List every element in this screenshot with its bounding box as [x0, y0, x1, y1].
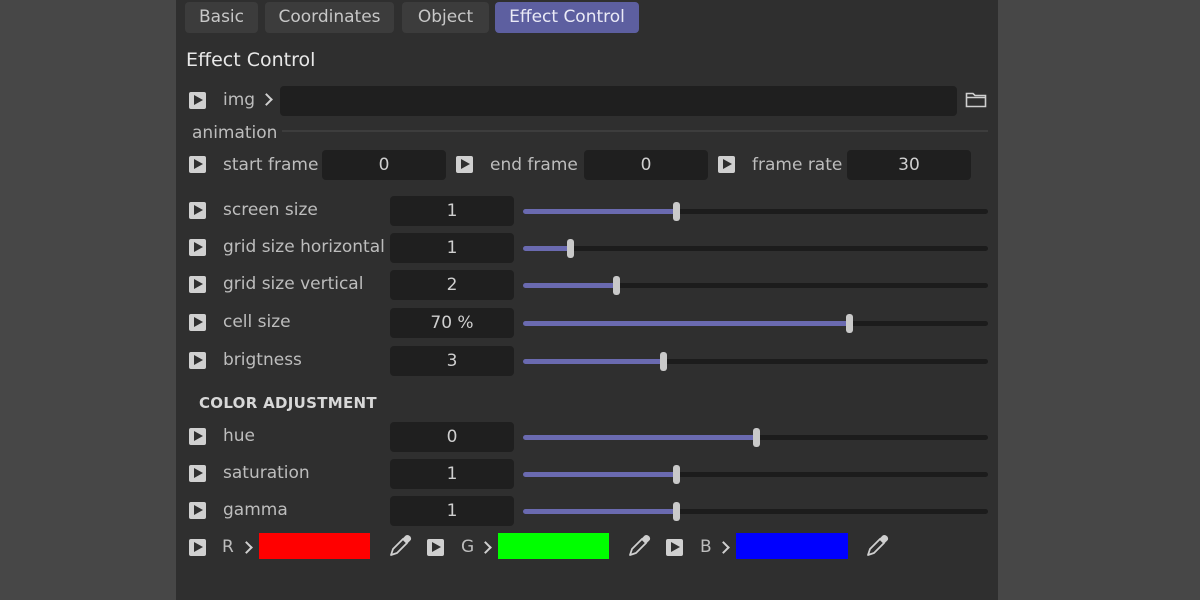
grid-size-vertical-slider-fill — [523, 283, 616, 288]
tab-effect-control[interactable]: Effect Control — [495, 2, 639, 33]
keyframe-end-frame-icon[interactable] — [456, 156, 473, 173]
g-eyedropper-icon[interactable] — [625, 532, 653, 560]
cell-size-label: cell size — [223, 312, 291, 332]
start-frame-field[interactable]: 0 — [322, 150, 446, 180]
grid-size-horizontal-field[interactable]: 1 — [390, 233, 514, 263]
keyframe-saturation-icon[interactable] — [189, 465, 206, 482]
b-color-swatch[interactable] — [736, 533, 848, 559]
brigtness-label: brigtness — [223, 350, 302, 370]
cell-size-slider-handle[interactable] — [845, 314, 853, 333]
grid-size-horizontal-slider-handle[interactable] — [566, 239, 574, 258]
animation-group-label: animation — [192, 123, 278, 143]
gamma-slider[interactable] — [523, 502, 988, 521]
g-chevron-icon[interactable] — [479, 541, 492, 554]
gamma-label: gamma — [223, 500, 288, 520]
keyframe-img-icon[interactable] — [189, 92, 206, 109]
cell-size-field[interactable]: 70 % — [390, 308, 514, 338]
r-label: R — [222, 537, 234, 557]
screen-size-slider[interactable] — [523, 202, 988, 221]
r-color-swatch[interactable] — [259, 533, 370, 559]
tab-object[interactable]: Object — [402, 2, 489, 33]
hue-slider-fill — [523, 435, 756, 440]
screen-size-slider-handle[interactable] — [673, 202, 681, 221]
r-eyedropper-icon[interactable] — [386, 532, 414, 560]
b-label: B — [700, 537, 712, 557]
keyframe-gamma-icon[interactable] — [189, 502, 206, 519]
start-frame-label: start frame — [223, 155, 319, 175]
keyframe-g-icon[interactable] — [427, 539, 444, 556]
keyframe-hue-icon[interactable] — [189, 428, 206, 445]
brigtness-slider-fill — [523, 359, 663, 364]
keyframe-brigtness-icon[interactable] — [189, 352, 206, 369]
b-eyedropper-icon[interactable] — [863, 532, 891, 560]
grid-size-vertical-slider[interactable] — [523, 276, 988, 295]
brigtness-field[interactable]: 3 — [390, 346, 514, 376]
r-chevron-icon[interactable] — [240, 541, 253, 554]
brigtness-slider[interactable] — [523, 352, 988, 371]
attribute-manager-panel: Basic Coordinates Object Effect Control … — [176, 0, 998, 600]
grid-size-horizontal-slider[interactable] — [523, 239, 988, 258]
gamma-slider-fill — [523, 509, 677, 514]
hue-field[interactable]: 0 — [390, 422, 514, 452]
keyframe-r-icon[interactable] — [189, 539, 206, 556]
screen-size-slider-fill — [523, 209, 677, 214]
keyframe-b-icon[interactable] — [666, 539, 683, 556]
g-label: G — [461, 537, 475, 557]
section-title: Effect Control — [186, 49, 316, 71]
frame-rate-field[interactable]: 30 — [847, 150, 971, 180]
hue-label: hue — [223, 426, 256, 446]
cell-size-slider-fill — [523, 321, 849, 326]
color-adjustment-heading: COLOR ADJUSTMENT — [199, 394, 377, 412]
saturation-field[interactable]: 1 — [390, 459, 514, 489]
img-chevron-icon[interactable] — [260, 93, 273, 106]
keyframe-frame-rate-icon[interactable] — [718, 156, 735, 173]
img-path-field[interactable] — [280, 86, 957, 116]
screen-size-field[interactable]: 1 — [390, 196, 514, 226]
img-label: img — [223, 90, 256, 110]
grid-size-vertical-field[interactable]: 2 — [390, 270, 514, 300]
animation-separator — [282, 130, 988, 132]
frame-rate-label: frame rate — [752, 155, 843, 175]
g-color-swatch[interactable] — [498, 533, 609, 559]
brigtness-slider-handle[interactable] — [659, 352, 667, 371]
tab-bar: Basic Coordinates Object Effect Control — [176, 0, 998, 40]
saturation-slider-handle[interactable] — [673, 465, 681, 484]
keyframe-start-frame-icon[interactable] — [189, 156, 206, 173]
grid-size-vertical-slider-handle[interactable] — [613, 276, 620, 295]
hue-slider-handle[interactable] — [752, 428, 760, 447]
grid-size-horizontal-slider-fill — [523, 246, 570, 251]
keyframe-grid-size-horizontal-icon[interactable] — [189, 239, 206, 256]
grid-size-horizontal-label: grid size horizontal — [223, 237, 385, 257]
hue-slider[interactable] — [523, 428, 988, 447]
gamma-slider-handle[interactable] — [673, 502, 681, 521]
saturation-slider[interactable] — [523, 465, 988, 484]
screen-size-label: screen size — [223, 200, 318, 220]
grid-size-vertical-label: grid size vertical — [223, 274, 364, 294]
keyframe-screen-size-icon[interactable] — [189, 202, 206, 219]
end-frame-label: end frame — [490, 155, 578, 175]
b-chevron-icon[interactable] — [717, 541, 730, 554]
folder-icon[interactable] — [965, 90, 987, 108]
keyframe-cell-size-icon[interactable] — [189, 314, 206, 331]
cell-size-slider[interactable] — [523, 314, 988, 333]
gamma-field[interactable]: 1 — [390, 496, 514, 526]
tab-basic[interactable]: Basic — [185, 2, 258, 33]
saturation-slider-fill — [523, 472, 677, 477]
tab-coordinates[interactable]: Coordinates — [265, 2, 394, 33]
saturation-label: saturation — [223, 463, 310, 483]
keyframe-grid-size-vertical-icon[interactable] — [189, 276, 206, 293]
end-frame-field[interactable]: 0 — [584, 150, 708, 180]
